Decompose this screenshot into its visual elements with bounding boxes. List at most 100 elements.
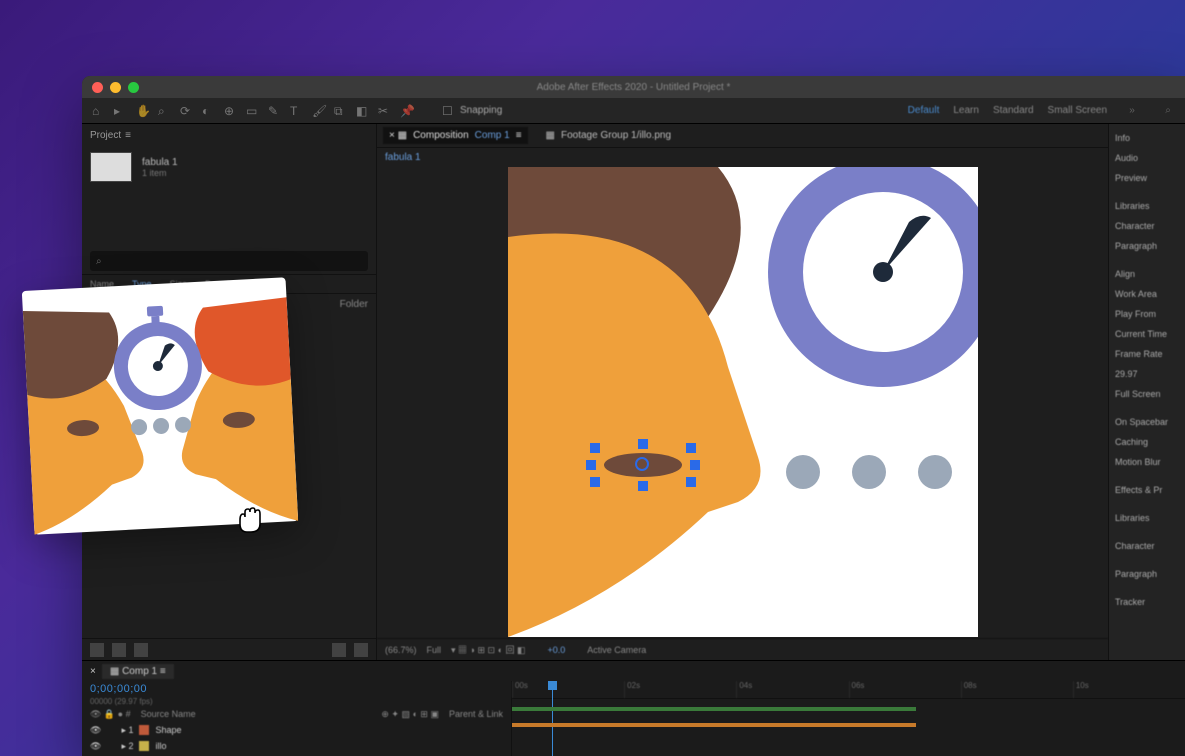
sel-handle[interactable] (590, 443, 600, 453)
row1-name: Shape (155, 725, 181, 735)
titlebar: Adobe After Effects 2020 - Untitled Proj… (82, 76, 1185, 98)
timeline-row[interactable]: 👁▸ 1 Shape (82, 722, 511, 738)
layer-bar[interactable] (512, 707, 916, 711)
asset-meta: 1 item (142, 168, 178, 178)
panel-character[interactable]: Character (1109, 216, 1185, 236)
panel-audio[interactable]: Audio (1109, 148, 1185, 168)
sel-handle[interactable] (638, 481, 648, 491)
hand-tool-icon[interactable]: ✋ (134, 102, 152, 120)
panel-currenttime[interactable]: Current Time (1109, 324, 1185, 344)
footage-tab[interactable]: ▦ Footage Group 1/illo.png (540, 127, 678, 144)
home-icon[interactable]: ⌂ (90, 102, 108, 120)
dot-1 (786, 455, 820, 489)
resolution-dropdown[interactable]: Full (427, 645, 442, 655)
eraser-tool-icon[interactable]: ◧ (354, 102, 372, 120)
zoom-display[interactable]: (66.7%) (385, 645, 417, 655)
timeline-layer-list: 0;00;00;00 00000 (29.97 fps) 👁 🔒 ● # Sou… (82, 681, 512, 756)
pen-tool-icon[interactable]: ✎ (266, 102, 284, 120)
col-source[interactable]: Source Name (141, 709, 196, 719)
viewport[interactable] (377, 166, 1108, 638)
sel-handle[interactable] (690, 460, 700, 470)
timeline-tab[interactable]: ▦ Comp 1 ≡ (102, 664, 174, 679)
sel-handle[interactable] (686, 443, 696, 453)
selection-tool-icon[interactable]: ▸ (112, 102, 130, 120)
timeline-panel: × ▦ Comp 1 ≡ 0;00;00;00 00000 (29.97 fps… (82, 660, 1185, 756)
panel-character2[interactable]: Character (1109, 536, 1185, 556)
tools-toolbar: ⌂ ▸ ✋ ⌕ ⟳ ◐ ⊕ ▭ ✎ T 🖌 ⧉ ◧ ✂ 📌 ☐ Snapping… (82, 98, 1185, 124)
sel-handle[interactable] (638, 439, 648, 449)
timecode-fps: 00000 (29.97 fps) (82, 697, 511, 706)
anchor-point-icon[interactable] (635, 457, 649, 471)
sel-handle[interactable] (686, 477, 696, 487)
panel-playfrom[interactable]: Play From (1109, 304, 1185, 324)
layer-bar[interactable] (512, 723, 916, 727)
thumbnail-illustration (22, 277, 298, 534)
panel-info[interactable]: Info (1109, 128, 1185, 148)
project-tab[interactable]: Project (90, 130, 121, 141)
panel-framerate[interactable]: Frame Rate (1109, 344, 1185, 364)
panel-libraries2[interactable]: Libraries (1109, 508, 1185, 528)
col-parent[interactable]: Parent & Link (449, 709, 503, 719)
new-folder-icon[interactable] (112, 643, 126, 657)
learn-link[interactable]: Learn (953, 105, 979, 116)
close-window-button[interactable] (92, 82, 103, 93)
panel-libraries[interactable]: Libraries (1109, 196, 1185, 216)
orbit-tool-icon[interactable]: ⟳ (178, 102, 196, 120)
dragged-asset-preview (22, 277, 298, 534)
search-icon[interactable]: ⌕ (1159, 102, 1177, 120)
composition-panel: × ▦ CompositionComp 1 ≡ ▦ Footage Group … (377, 124, 1109, 660)
panel-paragraph[interactable]: Paragraph (1109, 236, 1185, 256)
new-comp-icon[interactable] (134, 643, 148, 657)
project-search-input[interactable]: ⌕ (90, 251, 368, 271)
asset-info: fabula 1 1 item (82, 146, 376, 188)
traffic-lights (92, 82, 139, 93)
dot-3 (918, 455, 952, 489)
roto-tool-icon[interactable]: ✂ (376, 102, 394, 120)
project-footer-toolbar (82, 638, 376, 660)
panel-motionblur[interactable]: Motion Blur (1109, 452, 1185, 472)
window-title: Adobe After Effects 2020 - Untitled Proj… (537, 82, 731, 93)
panel-caching[interactable]: Caching (1109, 432, 1185, 452)
row2-name: illo (155, 741, 166, 751)
panel-paragraph2[interactable]: Paragraph (1109, 564, 1185, 584)
standard-workspace-link[interactable]: Standard (993, 105, 1034, 116)
chevron-right-icon[interactable]: » (1123, 102, 1141, 120)
panel-preview[interactable]: Preview (1109, 168, 1185, 188)
trash-icon[interactable] (354, 643, 368, 657)
bpc-icon[interactable] (332, 643, 346, 657)
minimize-window-button[interactable] (110, 82, 121, 93)
timeline-row[interactable]: 👁▸ 2 illo (82, 738, 511, 754)
sel-handle[interactable] (586, 460, 596, 470)
rotate-tool-icon[interactable]: ◐ (200, 102, 218, 120)
snapping-label: Snapping (460, 105, 502, 116)
panel-effects[interactable]: Effects & Pr (1109, 480, 1185, 500)
asset-thumbnail[interactable] (90, 152, 132, 182)
panel-fullscreen[interactable]: Full Screen (1109, 384, 1185, 404)
clone-tool-icon[interactable]: ⧉ (332, 102, 350, 120)
timecode-display[interactable]: 0;00;00;00 (82, 681, 511, 697)
panel-onspacebar[interactable]: On Spacebar (1109, 412, 1185, 432)
brush-tool-icon[interactable]: 🖌 (310, 102, 328, 120)
dot-2 (852, 455, 886, 489)
right-panels: Info Audio Preview Libraries Character P… (1109, 124, 1185, 660)
interpret-icon[interactable] (90, 643, 104, 657)
panel-align[interactable]: Align (1109, 264, 1185, 284)
workspace-dropdown[interactable]: Default (908, 105, 940, 116)
snapping-checkbox[interactable]: ☐ (440, 102, 458, 120)
shape-tool-icon[interactable]: ▭ (244, 102, 262, 120)
sel-handle[interactable] (590, 477, 600, 487)
maximize-window-button[interactable] (128, 82, 139, 93)
composition-canvas[interactable] (508, 167, 978, 637)
asset-name: fabula 1 (142, 157, 178, 168)
anchor-tool-icon[interactable]: ⊕ (222, 102, 240, 120)
puppet-tool-icon[interactable]: 📌 (398, 102, 416, 120)
type-tool-icon[interactable]: T (288, 102, 306, 120)
small-screen-workspace-link[interactable]: Small Screen (1048, 105, 1107, 116)
zoom-tool-icon[interactable]: ⌕ (156, 102, 174, 120)
composition-tab[interactable]: × ▦ CompositionComp 1 ≡ (383, 127, 528, 144)
panel-tracker[interactable]: Tracker (1109, 592, 1185, 612)
comp-breadcrumb[interactable]: fabula 1 (377, 148, 1108, 166)
panel-workarea[interactable]: Work Area (1109, 284, 1185, 304)
timeline-tracks[interactable]: 00s 02s 04s 06s 08s 10s (512, 681, 1185, 756)
camera-dropdown[interactable]: Active Camera (587, 645, 646, 655)
